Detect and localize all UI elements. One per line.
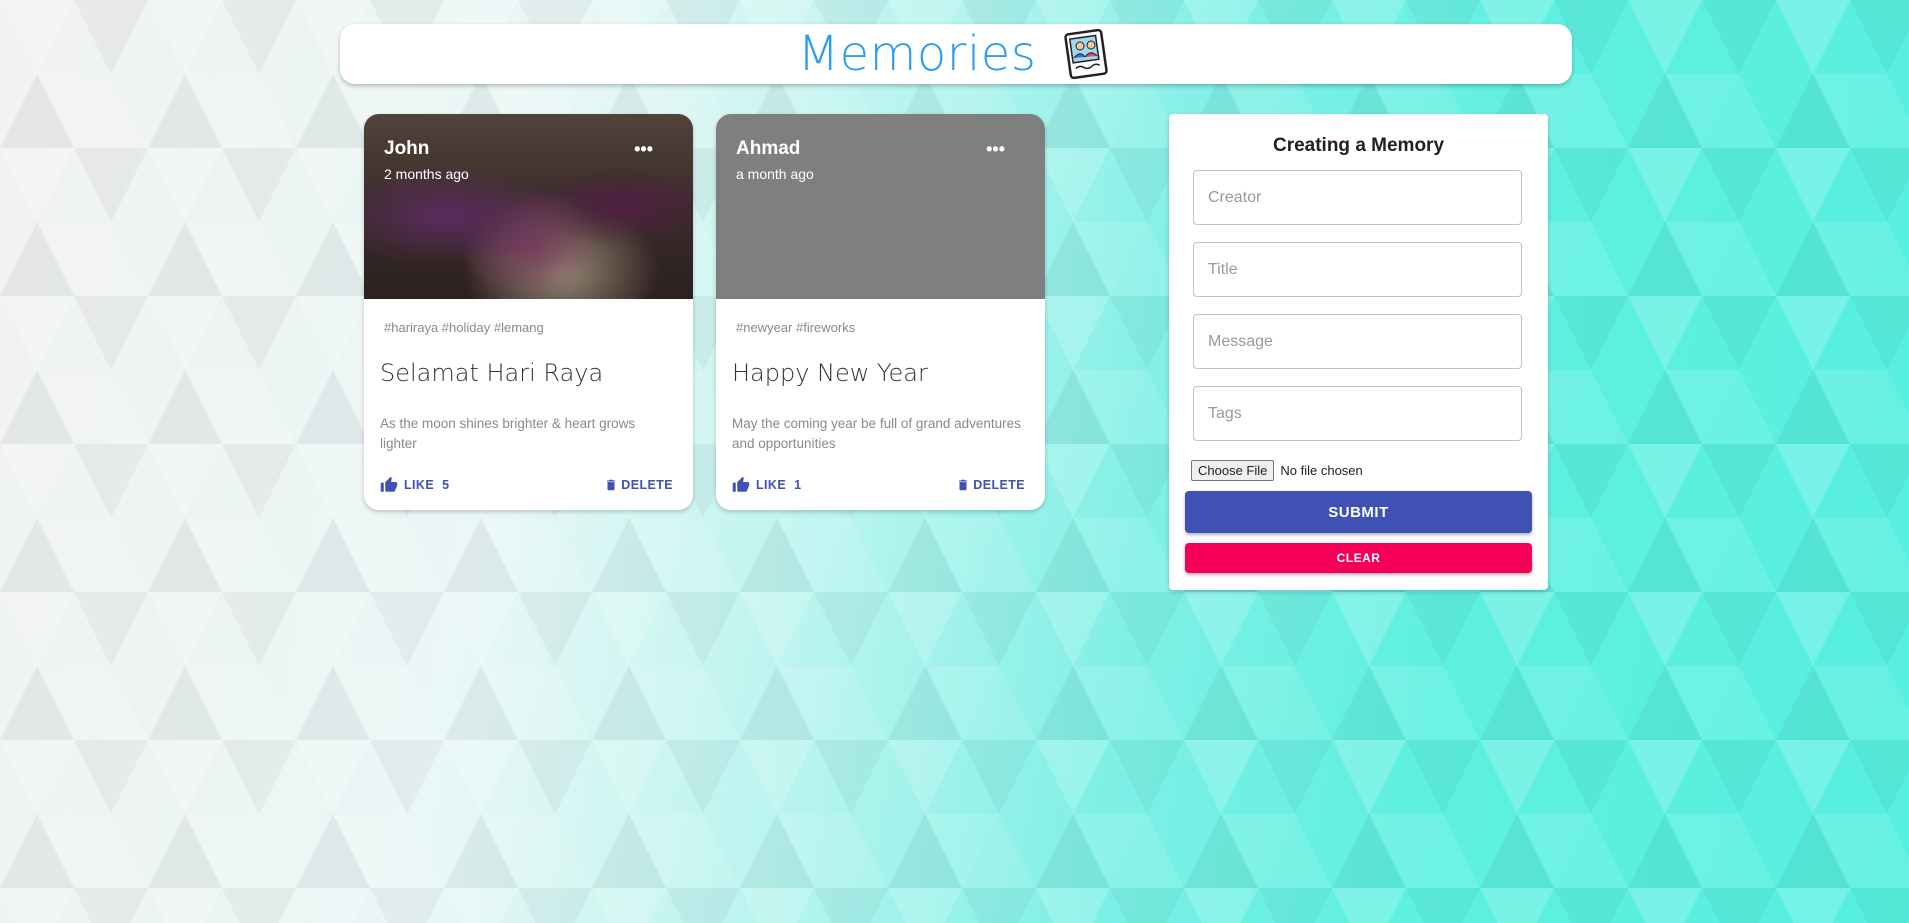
card-actions: LIKE 1 DELETE	[732, 476, 1025, 494]
like-count: 5	[442, 478, 450, 492]
more-options-icon[interactable]: •••	[986, 140, 1005, 158]
form-title: Creating a Memory	[1272, 135, 1445, 156]
create-memory-form: Creating a Memory Choose File No file ch…	[1169, 114, 1548, 590]
submit-button[interactable]: SUBMIT	[1185, 491, 1532, 533]
memory-card: Ahmad a month ago ••• #newyear #firework…	[716, 114, 1045, 510]
trash-icon	[959, 479, 968, 491]
like-button[interactable]: LIKE 5	[380, 476, 449, 494]
creator-input[interactable]	[1193, 170, 1522, 225]
post-message: May the coming year be full of grand adv…	[732, 416, 1021, 451]
trash-icon	[607, 479, 616, 491]
post-author: John	[384, 138, 430, 159]
like-button[interactable]: LIKE 1	[732, 476, 801, 494]
like-label: LIKE	[404, 478, 435, 492]
post-author: Ahmad	[736, 138, 801, 159]
like-label: LIKE	[756, 478, 787, 492]
delete-label: DELETE	[621, 478, 673, 492]
card-actions: LIKE 5 DELETE	[380, 476, 673, 494]
thumb-up-icon	[380, 476, 398, 492]
clear-button[interactable]: CLEAR	[1185, 543, 1532, 573]
app-bar: Memories	[340, 24, 1572, 84]
tags-input[interactable]	[1193, 386, 1522, 441]
memory-card: John 2 months ago ••• #hariraya #holiday…	[364, 114, 693, 510]
post-time: 2 months ago	[384, 166, 469, 182]
delete-label: DELETE	[973, 478, 1025, 492]
post-title: Happy New Year	[732, 359, 928, 387]
post-title: Selamat Hari Raya	[380, 359, 604, 387]
file-status: No file chosen	[1280, 463, 1363, 478]
delete-button[interactable]: DELETE	[956, 477, 1025, 493]
more-options-icon[interactable]: •••	[634, 140, 653, 158]
message-input[interactable]	[1193, 314, 1522, 369]
file-picker: Choose File No file chosen	[1191, 460, 1363, 481]
post-tags: #newyear #fireworks	[736, 320, 856, 335]
app-title: Memories	[797, 26, 1037, 82]
post-time: a month ago	[736, 166, 814, 182]
choose-file-button[interactable]: Choose File	[1191, 460, 1275, 481]
delete-button[interactable]: DELETE	[604, 477, 673, 493]
thumb-up-icon	[732, 476, 750, 492]
title-input[interactable]	[1193, 242, 1522, 297]
like-count: 1	[794, 478, 802, 492]
post-message: As the moon shines brighter & heart grow…	[380, 416, 636, 451]
post-tags: #hariraya #holiday #lemang	[384, 320, 544, 335]
memories-logo-icon	[1064, 28, 1109, 80]
